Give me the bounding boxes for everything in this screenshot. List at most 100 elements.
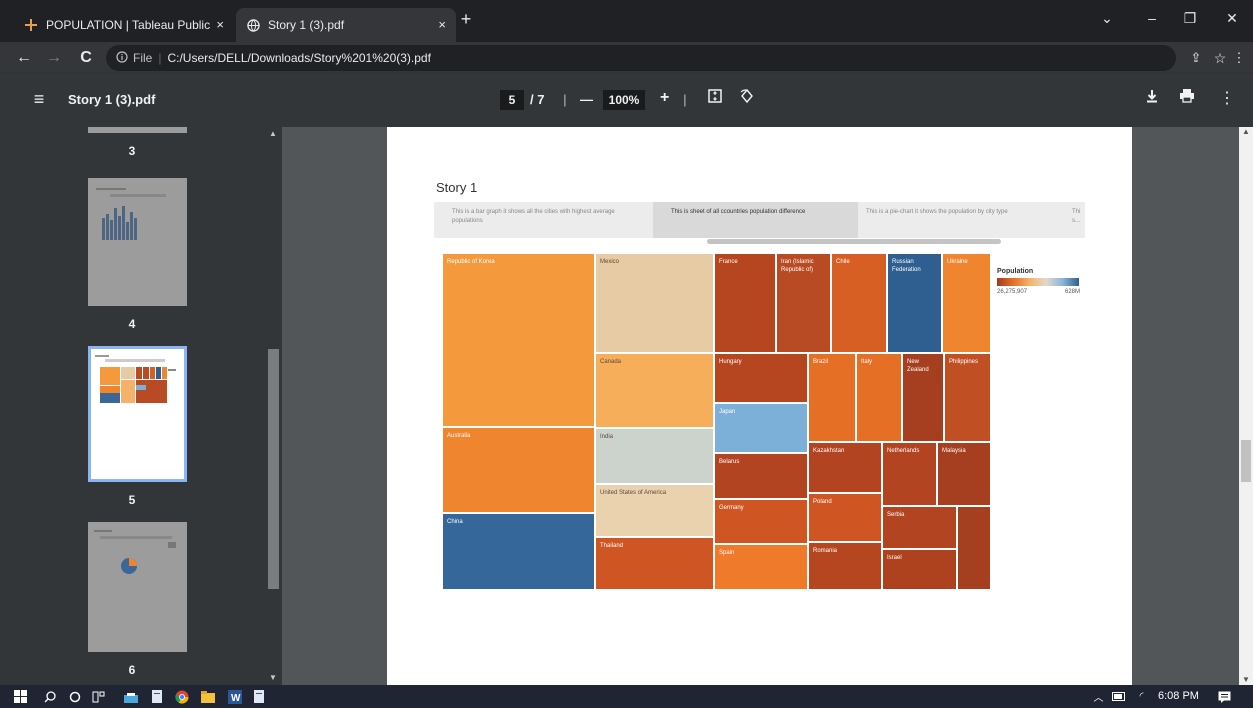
tab-tableau[interactable]: POPULATION | Tableau Public × [14,8,234,42]
tab-close-icon[interactable]: × [438,17,446,32]
story-tab[interactable]: This is a pie-chart it shows the populat… [858,202,1068,238]
treemap-cell: Russian Federation [887,253,942,353]
svg-text:W: W [231,693,241,704]
folder-icon[interactable] [199,688,216,705]
treemap-cell: United States of America [595,484,714,537]
treemap-cell: France [714,253,776,353]
rotate-icon[interactable] [736,88,758,110]
scroll-up-arrow-icon[interactable]: ▲ [269,129,277,138]
close-window-button[interactable]: ✕ [1222,10,1242,30]
zoom-input[interactable]: 100% [603,90,645,110]
treemap-cell: Italy [856,353,902,442]
tab-search-icon[interactable]: ⌄ [1097,10,1117,30]
treemap-cell: Australia [442,427,595,513]
viewer-scroll-thumb[interactable] [1241,440,1251,482]
treemap-cell: Spain [714,544,808,590]
word-icon[interactable]: W [226,688,243,705]
chrome-icon[interactable] [173,688,190,705]
tray-chevron-icon[interactable]: ︿ [1090,688,1107,705]
bookmark-star-icon[interactable]: ☆ [1210,48,1230,68]
scroll-up-arrow-icon[interactable]: ▲ [1242,127,1250,136]
zoom-in-button[interactable]: + [660,89,669,107]
cortana-icon[interactable] [66,688,83,705]
treemap-cell-label: Chile [836,259,850,265]
tab-close-icon[interactable]: × [216,17,224,32]
task-view-icon[interactable] [90,688,107,705]
treemap-cell-label: China [447,519,463,525]
globe-icon [246,18,260,32]
thumbnail-page-6[interactable] [88,522,187,652]
forward-button[interactable]: → [44,48,64,68]
address-bar[interactable]: File | C:/Users/DELL/Downloads/Story%201… [106,45,1176,71]
treemap-cell: Kazakhstan [808,442,882,493]
thumbnail-page-3[interactable] [88,127,187,133]
menu-dots-icon[interactable]: ⋮ [1232,48,1246,68]
url-scheme: File [133,51,153,65]
back-button[interactable]: ← [14,48,34,68]
treemap-cell-label: Hungary [719,359,742,365]
file-explorer-icon[interactable] [122,688,139,705]
treemap-chart: Republic of Korea Mexico France Iran (Islam… [442,253,991,590]
tab-label: Story 1 (3).pdf [268,18,345,32]
treemap-cell: Brazil [808,353,856,442]
notifications-icon[interactable] [1216,688,1233,705]
sidebar-scroll-thumb[interactable] [268,349,279,589]
thumbnail-label: 6 [128,663,136,677]
wifi-icon[interactable]: ◜ [1133,688,1150,705]
windows-start-icon[interactable] [12,688,29,705]
treemap-cell: New Zealand [902,353,944,442]
info-icon[interactable] [116,50,128,66]
fit-page-icon[interactable] [704,88,726,110]
treemap-cell: Thailand [595,537,714,590]
print-icon[interactable] [1176,88,1198,110]
battery-icon[interactable] [1110,688,1127,705]
treemap-cell: Republic of Korea [442,253,595,427]
legend-max: 628M [1065,289,1081,295]
pdf-viewer: Story 1 This is a bar graph it shows all… [282,127,1239,685]
document-icon[interactable] [250,688,267,705]
scroll-down-arrow-icon[interactable]: ▼ [1242,675,1250,684]
treemap-cell: India [595,428,714,484]
treemap-cell: Serbia [882,506,957,549]
more-options-icon[interactable]: ⋮ [1216,88,1238,110]
viewer-scrollbar[interactable]: ▲ ▼ [1239,127,1253,685]
toolbar-divider: | [563,92,567,107]
story-tab[interactable]: This is a bar graph it shows all the cit… [434,202,653,238]
legend-color-bar [997,278,1079,286]
share-icon[interactable]: ⇪ [1186,48,1206,68]
story-scrollbar[interactable] [707,239,1001,244]
search-icon[interactable] [41,688,58,705]
scroll-down-arrow-icon[interactable]: ▼ [269,673,277,682]
story-tab-selected[interactable]: This is sheet of all ccountries populati… [653,202,858,238]
page-number-input[interactable]: 5 [500,90,524,110]
clock[interactable]: 6:08 PM [1158,690,1199,702]
zoom-out-button[interactable]: — [580,92,593,107]
treemap-cell: Japan [714,403,808,453]
browser-toolbar: ← → C File | C:/Users/DELL/Downloads/Sto… [0,42,1253,74]
total-pages: / 7 [530,92,545,107]
restore-button[interactable]: ❐ [1180,10,1200,30]
sidebar-scrollbar[interactable]: ▲ ▼ [264,127,282,685]
new-tab-button[interactable]: + [456,9,476,29]
treemap-cell-label: Italy [861,359,873,365]
treemap-cell: Germany [714,499,808,544]
sidebar-menu-icon[interactable]: ≡ [28,88,50,110]
legend-title: Population [997,268,1034,275]
treemap-cell-label: Israel [887,555,902,561]
treemap-cell: Iran (Islamic Republic of) [776,253,831,353]
download-icon[interactable] [1141,88,1163,110]
thumbnail-bar-chart [96,188,166,240]
thumbnail-label: 5 [128,493,136,507]
treemap-cell: Philippines [944,353,991,442]
tab-pdf[interactable]: Story 1 (3).pdf × [236,8,456,42]
treemap-cell-label: Serbia [887,512,905,518]
reload-button[interactable]: C [76,48,96,68]
minimize-button[interactable]: – [1142,10,1162,30]
treemap-cell-label: Thailand [600,543,624,549]
thumbnail-page-4[interactable] [88,178,187,306]
thumbnail-label: 3 [128,144,136,158]
legend-min: 26,275,907 [997,289,1028,295]
notes-app-icon[interactable] [148,688,165,705]
story-tab[interactable]: Thi s... [1068,202,1085,238]
thumbnail-page-5-selected[interactable] [88,346,187,482]
